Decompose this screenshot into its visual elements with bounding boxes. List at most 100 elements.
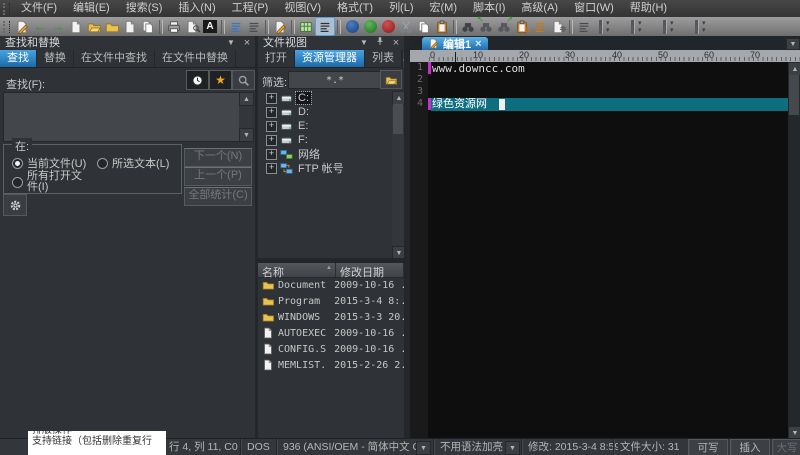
cut-icon[interactable] — [397, 18, 415, 35]
menu-macro[interactable]: 宏(M) — [422, 0, 466, 17]
collapsed-toolbar-2[interactable]: ▾ ▾ — [631, 19, 657, 35]
scroll-up-icon[interactable]: ▲ — [239, 92, 254, 106]
column-date[interactable]: 修改日期 — [336, 263, 404, 279]
syntax-edit-icon[interactable] — [271, 18, 289, 35]
file-row[interactable]: CONFIG.SYS 2009-10-16 ... — [258, 341, 404, 357]
collapsed-toolbar-4[interactable]: ▾ ▾ — [695, 19, 721, 35]
expand-icon[interactable]: + — [266, 92, 277, 104]
editor-line-1[interactable]: www.downcc.com — [432, 63, 525, 75]
folder-icon[interactable] — [103, 18, 121, 35]
status-caps[interactable]: 大写 — [772, 439, 800, 455]
back-icon[interactable]: ← — [31, 18, 49, 35]
find-prev-button[interactable]: 上一个(P) — [184, 167, 252, 186]
status-syntax[interactable]: 不用语法加亮 — [433, 439, 510, 455]
tree-item-e[interactable]: + E: — [258, 119, 404, 133]
tab-replace-in-files[interactable]: 在文件中替换 — [155, 50, 236, 67]
collapsed-toolbar-3[interactable]: ▾ ▾ — [663, 19, 689, 35]
column-mode-icon[interactable] — [297, 18, 315, 35]
tree-item-network[interactable]: + 网络 — [258, 147, 404, 161]
radio-current-file[interactable]: 当前文件(U) — [12, 155, 86, 171]
new-file-icon[interactable] — [67, 18, 85, 35]
expand-icon[interactable]: + — [266, 148, 277, 160]
pin-icon[interactable] — [374, 36, 386, 51]
favorites-button[interactable]: ★ — [209, 70, 232, 90]
collapsed-toolbar-1[interactable]: ▾ ▾ — [599, 19, 625, 35]
find-next-icon[interactable]: ↖ — [477, 16, 495, 35]
status-encoding[interactable]: 936 (ANSI/OEM - 简体中文 GBK) — [276, 439, 421, 455]
outline-icon[interactable] — [575, 18, 593, 35]
find-input[interactable] — [3, 92, 241, 142]
menubar-grip[interactable] — [3, 2, 10, 15]
encoding-gbk-icon[interactable] — [343, 18, 361, 35]
tab-replace[interactable]: 替换 — [37, 50, 74, 67]
menu-help[interactable]: 帮助(H) — [622, 0, 675, 17]
menu-edit[interactable]: 编辑(E) — [65, 0, 118, 17]
tab-list[interactable]: 列表 — [365, 50, 402, 67]
reformat-icon[interactable] — [227, 18, 245, 35]
column-name[interactable]: 名称 ▲ — [258, 263, 336, 279]
mark-all-icon[interactable] — [531, 18, 549, 35]
font-icon[interactable]: A — [201, 18, 219, 35]
tab-explorer[interactable]: 资源管理器 — [295, 50, 365, 67]
find-prev-icon[interactable]: ↗ — [495, 16, 513, 35]
filter-input[interactable] — [288, 71, 382, 89]
syntax-dropdown-icon[interactable]: ▼ — [505, 441, 520, 455]
scroll-up-icon[interactable]: ▲ — [788, 62, 800, 76]
history-button[interactable] — [186, 70, 209, 90]
radio-all-open-files[interactable]: 所有打开文件(I) — [12, 171, 92, 193]
list-view-icon[interactable] — [315, 17, 335, 36]
doc-settings-icon[interactable] — [549, 18, 567, 35]
find-icon[interactable] — [459, 18, 477, 35]
save-icon[interactable]: ↓ — [121, 18, 139, 35]
tab-close-icon[interactable]: × — [475, 38, 481, 50]
menu-advanced[interactable]: 高级(A) — [513, 0, 566, 17]
tree-item-ftp[interactable]: + FTP 帐号 — [258, 161, 404, 175]
tab-find-in-files[interactable]: 在文件中查找 — [74, 50, 155, 67]
menu-search[interactable]: 搜索(S) — [118, 0, 171, 17]
print-preview-icon[interactable] — [183, 18, 201, 35]
editor-tab[interactable]: 编辑1 × — [422, 37, 488, 51]
wrap-icon[interactable] — [245, 18, 263, 35]
copy-icon[interactable] — [415, 18, 433, 35]
file-row[interactable]: Documents... 2009-10-16 ... — [258, 277, 404, 293]
menu-column[interactable]: 列(L) — [381, 0, 421, 17]
find-next-button[interactable]: 下一个(N) — [184, 148, 252, 167]
file-row[interactable]: Program F... 2015-3-4 8:... — [258, 293, 404, 309]
tab-find[interactable]: 查找 — [0, 50, 37, 67]
file-row[interactable]: WINDOWS 2015-3-3 20... — [258, 309, 404, 325]
tree-item-c[interactable]: + C: — [258, 91, 404, 105]
file-row[interactable]: AUTOEXEC.BAT 2009-10-16 ... — [258, 325, 404, 341]
scrollbar-thumb[interactable] — [789, 75, 799, 115]
menu-view[interactable]: 视图(V) — [276, 0, 329, 17]
open-file-icon[interactable] — [85, 18, 103, 35]
forward-icon[interactable]: → — [49, 18, 67, 35]
scroll-down-icon[interactable]: ▼ — [239, 128, 254, 142]
tab-list-dropdown-icon[interactable]: ▼ — [786, 38, 800, 50]
menu-file[interactable]: 文件(F) — [13, 0, 65, 17]
status-line-ending[interactable]: DOS — [240, 439, 279, 455]
tab-open-files[interactable]: 打开 — [258, 50, 295, 67]
editor-line-4[interactable]: 绿色资源网 — [432, 98, 487, 110]
encoding-dropdown-icon[interactable]: ▼ — [416, 441, 431, 455]
close-icon[interactable]: × — [241, 36, 253, 50]
toolbar-grip[interactable] — [3, 20, 10, 33]
radio-selected-text[interactable]: 所选文本(L) — [97, 155, 169, 171]
find-input-scrollbar[interactable]: ▲ ▼ — [239, 92, 254, 142]
chevron-down-icon[interactable]: ▼ — [225, 36, 237, 50]
menu-format[interactable]: 格式(T) — [329, 0, 381, 17]
menu-window[interactable]: 窗口(W) — [566, 0, 622, 17]
expand-icon[interactable]: + — [266, 134, 277, 146]
expand-icon[interactable]: + — [266, 106, 277, 118]
paste-icon[interactable] — [433, 18, 451, 35]
save-all-icon[interactable]: ↓ — [139, 18, 157, 35]
tree-item-d[interactable]: + D: — [258, 105, 404, 119]
quick-find-button[interactable] — [232, 70, 255, 90]
editor-scrollbar[interactable]: ▲ ▼ — [788, 62, 800, 440]
status-insert-mode[interactable]: 插入 — [730, 439, 770, 455]
status-writable[interactable]: 可写 — [688, 439, 728, 455]
tree-item-f[interactable]: + F: — [258, 133, 404, 147]
file-row[interactable]: MEMLIST.TXT 2015-2-26 2... — [258, 357, 404, 373]
replace-icon[interactable]: ↻ — [513, 18, 531, 35]
find-options-button[interactable] — [3, 194, 27, 216]
tree-scrollbar[interactable]: ▲ ▼ — [392, 91, 406, 260]
